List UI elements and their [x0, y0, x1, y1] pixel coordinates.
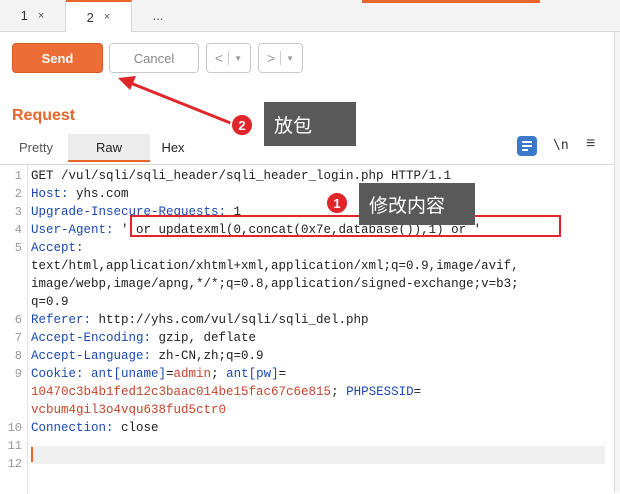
header-key: Accept-Encoding:	[31, 331, 152, 345]
header-key: User-Agent:	[31, 223, 114, 237]
line-number: 7	[14, 331, 22, 345]
tab-more[interactable]: ...	[132, 0, 184, 31]
format-lines-icon[interactable]	[517, 136, 537, 156]
code-line: q=0.9	[31, 295, 69, 309]
step-1-badge: 1	[325, 191, 349, 215]
chevron-right-icon: >	[266, 50, 276, 66]
line-number: 4	[14, 223, 22, 237]
cookie-name: PHPSESSID	[346, 385, 414, 399]
line-number: 11	[7, 439, 22, 453]
code-line: Cookie: ant[uname]=admin; ant[pw]=	[31, 367, 286, 381]
header-value: zh-CN,zh;q=0.9	[151, 349, 264, 363]
cancel-button[interactable]: Cancel	[109, 43, 199, 73]
step-2-badge: 2	[230, 113, 254, 137]
line-number: 5	[14, 241, 22, 255]
code-line: Accept-Encoding: gzip, deflate	[31, 331, 256, 345]
header-key: Cookie:	[31, 367, 84, 381]
line-number: 9	[14, 367, 22, 381]
dropdown-icon[interactable]: ▼	[286, 54, 294, 63]
code-line: text/html,application/xhtml+xml,applicat…	[31, 259, 519, 273]
line-number: 10	[7, 421, 22, 435]
line-gutter: 1 2 3 4 5 6 7 8 9 10 11 12	[0, 165, 28, 494]
cookie-separator: ;	[331, 385, 347, 399]
send-button[interactable]: Send	[12, 43, 103, 73]
cookie-value: 10470c3b4b1fed12c3baac014be15fac67c6e815	[31, 385, 332, 399]
tab-hex[interactable]: Hex	[150, 134, 196, 161]
line-number: 8	[14, 349, 22, 363]
cookie-name: ant[pw]	[226, 367, 279, 381]
scrollbar-track[interactable]	[614, 32, 620, 493]
callout-release-packet: 放包	[264, 102, 356, 146]
dropdown-icon[interactable]: ▼	[234, 54, 242, 63]
code-line: Accept:	[31, 241, 84, 255]
tab-label: 1	[20, 8, 28, 23]
cookie-equals: =	[413, 385, 422, 399]
header-key: Accept-Language:	[31, 349, 152, 363]
divider	[280, 51, 282, 65]
code-line: Connection: close	[31, 421, 159, 435]
cookie-name: ant[uname]	[83, 367, 167, 381]
tab-pretty[interactable]: Pretty	[4, 134, 68, 161]
tab-strip: 1 × 2 × ...	[0, 0, 620, 32]
tab-raw[interactable]: Raw	[68, 134, 150, 162]
header-value: close	[113, 421, 159, 435]
header-value: yhs.com	[68, 187, 129, 201]
request-editor[interactable]: 1 2 3 4 5 6 7 8 9 10 11 12 GET /vul/sqli…	[0, 164, 620, 494]
active-indicator	[362, 0, 540, 3]
header-value: http://yhs.com/vul/sqli/sqli_del.php	[91, 313, 369, 327]
tab-1[interactable]: 1 ×	[0, 0, 66, 31]
cookie-separator: ;	[211, 367, 227, 381]
newline-toggle-icon[interactable]: \n	[553, 138, 569, 153]
line-number: 2	[14, 187, 22, 201]
tab-label: ...	[152, 8, 164, 23]
header-key: Referer:	[31, 313, 92, 327]
header-key: Accept:	[31, 241, 84, 255]
line-number: 1	[14, 169, 22, 183]
history-forward-button[interactable]: > ▼	[258, 43, 303, 73]
cookie-equals: =	[278, 367, 287, 381]
code-line: Accept-Language: zh-CN,zh;q=0.9	[31, 349, 264, 363]
code-line: image/webp,image/apng,*/*;q=0.8,applicat…	[31, 277, 519, 291]
current-line-highlight	[31, 446, 605, 464]
code-line: vcbum4gil3o4vqu638fud5ctr0	[31, 403, 226, 417]
code-line: Host: yhs.com	[31, 187, 129, 201]
header-value: gzip, deflate	[151, 331, 257, 345]
payload-highlight-box	[130, 215, 561, 237]
close-icon[interactable]: ×	[38, 10, 44, 22]
callout-modify-content: 修改内容	[359, 183, 475, 225]
close-icon[interactable]: ×	[104, 11, 110, 23]
tab-label: 2	[86, 9, 94, 25]
divider	[228, 51, 230, 65]
line-number: 3	[14, 205, 22, 219]
code-line: Referer: http://yhs.com/vul/sqli/sqli_de…	[31, 313, 369, 327]
code-line: GET /vul/sqli/sqli_header/sqli_header_lo…	[31, 169, 452, 183]
cookie-equals: =	[166, 367, 174, 381]
cookie-value: admin	[173, 367, 212, 381]
line-number: 6	[14, 313, 22, 327]
header-key: Connection:	[31, 421, 114, 435]
line-number: 12	[7, 457, 22, 471]
code-line: 10470c3b4b1fed12c3baac014be15fac67c6e815…	[31, 385, 421, 399]
text-caret	[31, 447, 33, 462]
history-back-button[interactable]: < ▼	[206, 43, 251, 73]
menu-icon[interactable]: ≡	[586, 135, 595, 153]
tab-2[interactable]: 2 ×	[66, 0, 132, 32]
request-title: Request	[12, 107, 76, 124]
header-key: Host:	[31, 187, 69, 201]
cookie-value: vcbum4gil3o4vqu638fud5ctr0	[31, 403, 227, 417]
chevron-left-icon: <	[214, 50, 224, 66]
